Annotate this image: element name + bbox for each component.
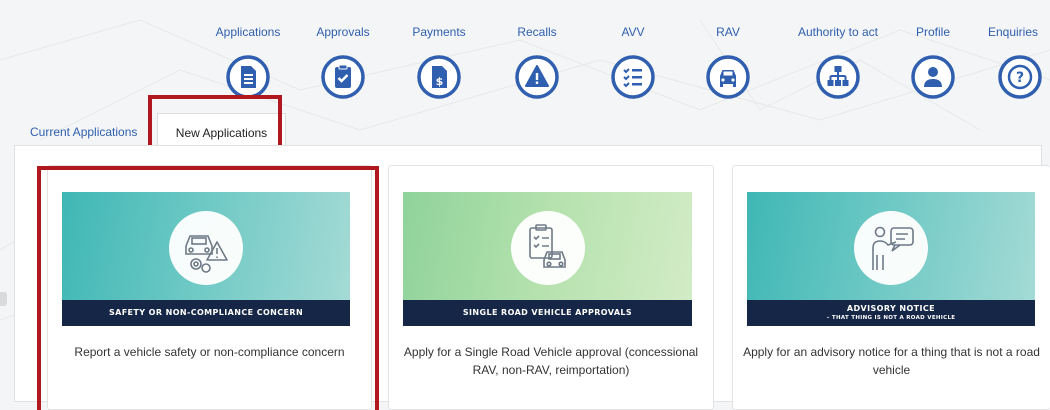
org-chart-icon	[816, 55, 860, 99]
document-icon	[226, 55, 270, 99]
nav-item-enquiries[interactable]: Enquiries ?	[973, 24, 1050, 100]
nav-item-payments[interactable]: Payments $	[394, 24, 484, 100]
car-icon	[706, 55, 750, 99]
checklist-icon	[611, 55, 655, 99]
nav-item-profile[interactable]: Profile	[888, 24, 978, 100]
nav-item-avv[interactable]: AVV	[588, 24, 678, 100]
card-banner: ADVISORY NOTICE – THAT THING IS NOT A RO…	[747, 192, 1035, 326]
card-banner-subtitle: – THAT THING IS NOT A ROAD VEHICLE	[826, 315, 956, 321]
nav-item-approvals[interactable]: Approvals	[298, 24, 388, 100]
nav-label: Payments	[412, 25, 466, 39]
card-description: Apply for a Single Road Vehicle approval…	[403, 345, 699, 377]
nav-label: RAV	[716, 25, 740, 39]
nav-label: Approvals	[316, 25, 370, 39]
scroll-handle[interactable]	[0, 292, 7, 306]
svg-text:$: $	[436, 75, 444, 88]
warning-triangle-icon	[515, 55, 559, 99]
card-single-road-vehicle-approvals[interactable]: SINGLE ROAD VEHICLE APPROVALS Apply for …	[388, 165, 714, 410]
invoice-dollar-icon: $	[417, 55, 461, 99]
nav-label: AVV	[621, 25, 645, 39]
clipboard-car-icon	[510, 211, 585, 285]
nav-item-authority-to-act[interactable]: Authority to act	[793, 24, 883, 100]
card-banner-title: SINGLE ROAD VEHICLE APPROVALS	[462, 308, 633, 317]
nav-item-applications[interactable]: Applications	[203, 24, 293, 100]
user-icon	[911, 55, 955, 99]
card-banner-bar: SINGLE ROAD VEHICLE APPROVALS	[403, 300, 692, 326]
nav-label: Authority to act	[797, 25, 879, 39]
presenter-icon	[854, 211, 928, 285]
card-banner: SINGLE ROAD VEHICLE APPROVALS	[403, 192, 692, 326]
highlight-box-tab	[148, 95, 282, 152]
svg-text:?: ?	[1016, 70, 1024, 86]
nav-item-rav[interactable]: RAV	[683, 24, 773, 100]
nav-label: Applications	[215, 25, 281, 39]
card-advisory-notice[interactable]: ADVISORY NOTICE – THAT THING IS NOT A RO…	[732, 165, 1050, 410]
nav-item-recalls[interactable]: Recalls	[492, 24, 582, 100]
nav-label: Recalls	[517, 25, 557, 39]
highlight-box-card	[37, 166, 379, 410]
nav-label: Enquiries	[987, 25, 1039, 39]
card-banner-bar: ADVISORY NOTICE – THAT THING IS NOT A RO…	[747, 300, 1035, 326]
card-banner-title: ADVISORY NOTICE	[846, 304, 936, 313]
nav-label: Profile	[915, 25, 950, 39]
clipboard-check-icon	[321, 55, 365, 99]
card-description: Apply for an advisory notice for a thing…	[743, 345, 1040, 377]
question-icon: ?	[998, 55, 1042, 99]
